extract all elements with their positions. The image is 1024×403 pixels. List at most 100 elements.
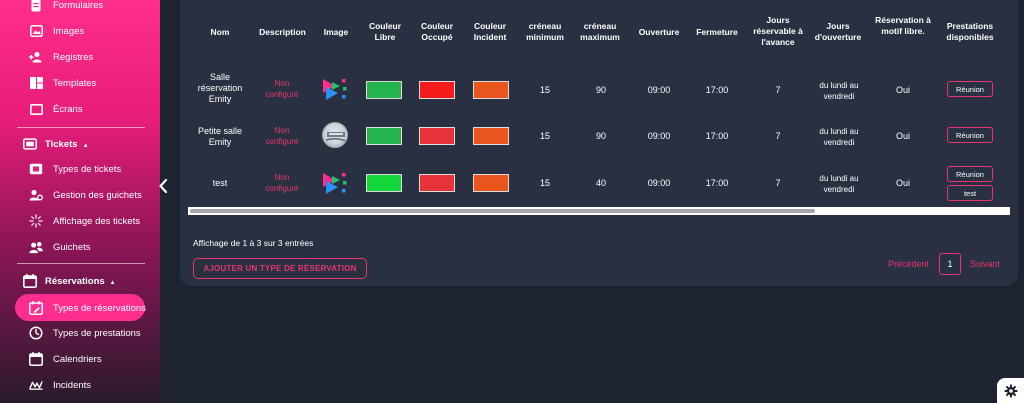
sidebar-item-incidents[interactable]: Incidents bbox=[0, 374, 160, 396]
incident-icon bbox=[29, 378, 43, 392]
sidebar-item-types-prestations[interactable]: Types de prestations bbox=[0, 322, 160, 344]
sidebar-item-guichets[interactable]: Guichets bbox=[0, 236, 160, 258]
pagination-previous[interactable]: Précédent bbox=[888, 259, 929, 269]
sidebar-item-label: Incidents bbox=[53, 379, 92, 391]
sidebar-item-gestion-guichets[interactable]: Gestion des guichets bbox=[0, 184, 160, 206]
document-icon bbox=[29, 0, 43, 12]
caret-up-icon: ▲ bbox=[109, 279, 116, 286]
sidebar-item-images[interactable]: Images bbox=[0, 20, 160, 42]
sidebar-item-registres[interactable]: Registres bbox=[0, 46, 160, 68]
sidebar-item-label: Types de prestations bbox=[53, 327, 141, 339]
sidebar-item-label: Guichets bbox=[53, 241, 91, 253]
cell-nom: Petite salle Emity bbox=[197, 126, 243, 147]
ticket-icon bbox=[23, 137, 37, 151]
col-header-prestations[interactable]: Prestations disponibles bbox=[940, 21, 1000, 43]
sidebar-item-templates[interactable]: Templates bbox=[0, 72, 160, 94]
users-icon bbox=[29, 240, 43, 254]
color-swatch-occupe bbox=[419, 81, 455, 99]
color-swatch-occupe bbox=[419, 174, 455, 192]
col-header-nom[interactable]: Nom bbox=[205, 27, 235, 38]
cell-fermeture: 17:00 bbox=[705, 131, 729, 141]
col-header-jours-reservable[interactable]: Jours réservable à l'avance bbox=[752, 15, 804, 48]
color-swatch-occupe bbox=[419, 127, 455, 145]
screen-icon bbox=[29, 102, 43, 116]
cell-fermeture: 17:00 bbox=[705, 178, 729, 188]
sidebar-item-affichage-tickets[interactable]: Affichage des tickets bbox=[0, 210, 160, 232]
col-header-ouverture[interactable]: Ouverture bbox=[635, 27, 683, 38]
cell-fermeture: 17:00 bbox=[705, 85, 729, 95]
sidebar-item-calendriers[interactable]: Calendriers bbox=[0, 348, 160, 370]
sidebar-item-label: Images bbox=[53, 25, 85, 37]
sidebar-section-tickets[interactable]: Tickets ▲ bbox=[0, 133, 160, 155]
cell-jours-ouverture: du lundi au vendredi bbox=[819, 81, 859, 101]
cell-ouverture: 09:00 bbox=[647, 178, 671, 188]
sidebar-item-label: Registres bbox=[53, 51, 94, 63]
cell-creneau-min: 15 bbox=[539, 85, 550, 95]
col-header-description[interactable]: Description bbox=[255, 27, 310, 38]
color-swatch-incident bbox=[473, 127, 509, 145]
calendar-edit-icon bbox=[29, 301, 43, 315]
col-header-couleur-incident[interactable]: Couleur Incident bbox=[468, 21, 512, 43]
scrollbar-thumb[interactable] bbox=[190, 209, 815, 213]
prestation-reunion-button[interactable]: Réunion bbox=[947, 81, 993, 97]
col-header-creneau-maximum[interactable]: créneau maximum bbox=[575, 21, 625, 43]
cell-description: Non configuré bbox=[265, 126, 299, 146]
grid-icon bbox=[29, 76, 43, 90]
col-header-couleur-occupe[interactable]: Couleur Occupé bbox=[416, 21, 458, 43]
cell-nom: Salle réservation Emity bbox=[197, 72, 243, 104]
sidebar-item-formulaires[interactable]: Formulaires bbox=[0, 0, 160, 16]
calendar-icon bbox=[29, 352, 43, 366]
cell-description: Non configuré bbox=[265, 173, 299, 193]
entries-info: Affichage de 1 à 3 sur 3 entrées bbox=[193, 238, 314, 248]
prestation-reunion-button[interactable]: Réunion bbox=[947, 127, 993, 143]
cell-ouverture: 09:00 bbox=[647, 131, 671, 141]
collapse-sidebar-chevron-icon[interactable] bbox=[158, 178, 172, 194]
cell-motif: Oui bbox=[895, 131, 910, 141]
users-gear-icon bbox=[29, 188, 43, 202]
sidebar-item-label: Gestion des guichets bbox=[53, 189, 142, 201]
color-swatch-incident bbox=[473, 174, 509, 192]
emity-logo-icon bbox=[321, 170, 349, 196]
settings-gear-icon[interactable] bbox=[997, 378, 1024, 403]
pagination-page-1[interactable]: 1 bbox=[939, 253, 961, 275]
cell-motif: Oui bbox=[895, 178, 910, 188]
ticket-icon bbox=[29, 162, 43, 176]
cell-ouverture: 09:00 bbox=[647, 85, 671, 95]
cell-creneau-max: 40 bbox=[595, 178, 606, 188]
sidebar-section-reservations[interactable]: Réservations ▲ bbox=[0, 270, 160, 292]
prestation-test-button[interactable]: test bbox=[947, 185, 993, 201]
calendar-icon bbox=[23, 274, 37, 288]
emity-logo-icon bbox=[321, 76, 349, 102]
caret-up-icon: ▲ bbox=[82, 142, 89, 149]
col-header-creneau-minimum[interactable]: créneau minimum bbox=[521, 21, 569, 43]
cell-creneau-max: 90 bbox=[595, 131, 606, 141]
cell-creneau-max: 90 bbox=[595, 85, 606, 95]
sparkle-icon bbox=[29, 214, 43, 228]
cell-nom: test bbox=[212, 178, 228, 188]
color-swatch-libre bbox=[366, 127, 402, 145]
pagination-next[interactable]: Suivant bbox=[970, 259, 1000, 269]
col-header-jours-ouverture[interactable]: Jours d'ouverture bbox=[813, 21, 863, 43]
sidebar: Formulaires Images Registres Templates É… bbox=[0, 0, 160, 403]
cell-jours-avance: 7 bbox=[775, 85, 781, 95]
col-header-reservation-motif[interactable]: Réservation à motif libre. bbox=[872, 15, 934, 37]
sidebar-item-ecrans[interactable]: Écrans bbox=[0, 98, 160, 120]
sidebar-item-label: Calendriers bbox=[53, 353, 102, 365]
cell-jours-ouverture: du lundi au vendredi bbox=[819, 174, 859, 194]
cell-creneau-min: 15 bbox=[539, 178, 550, 188]
color-swatch-libre bbox=[366, 81, 402, 99]
clock-icon bbox=[29, 326, 43, 340]
sidebar-divider bbox=[17, 263, 145, 264]
col-header-image[interactable]: Image bbox=[318, 27, 354, 38]
col-header-fermeture[interactable]: Fermeture bbox=[692, 27, 742, 38]
cell-creneau-min: 15 bbox=[539, 131, 550, 141]
add-reservation-type-button[interactable]: AJOUTER UN TYPE DE RÉSERVATION bbox=[193, 258, 367, 279]
cell-jours-avance: 7 bbox=[775, 131, 781, 141]
sidebar-item-label: Écrans bbox=[53, 103, 83, 115]
color-swatch-incident bbox=[473, 81, 509, 99]
col-header-couleur-libre[interactable]: Couleur Libre bbox=[365, 21, 405, 43]
cell-jours-avance: 7 bbox=[775, 178, 781, 188]
sidebar-item-types-de-tickets[interactable]: Types de tickets bbox=[0, 158, 160, 180]
prestation-reunion-button[interactable]: Réunion bbox=[947, 166, 993, 182]
sidebar-item-types-reservations[interactable]: Types de réservations bbox=[0, 297, 160, 319]
